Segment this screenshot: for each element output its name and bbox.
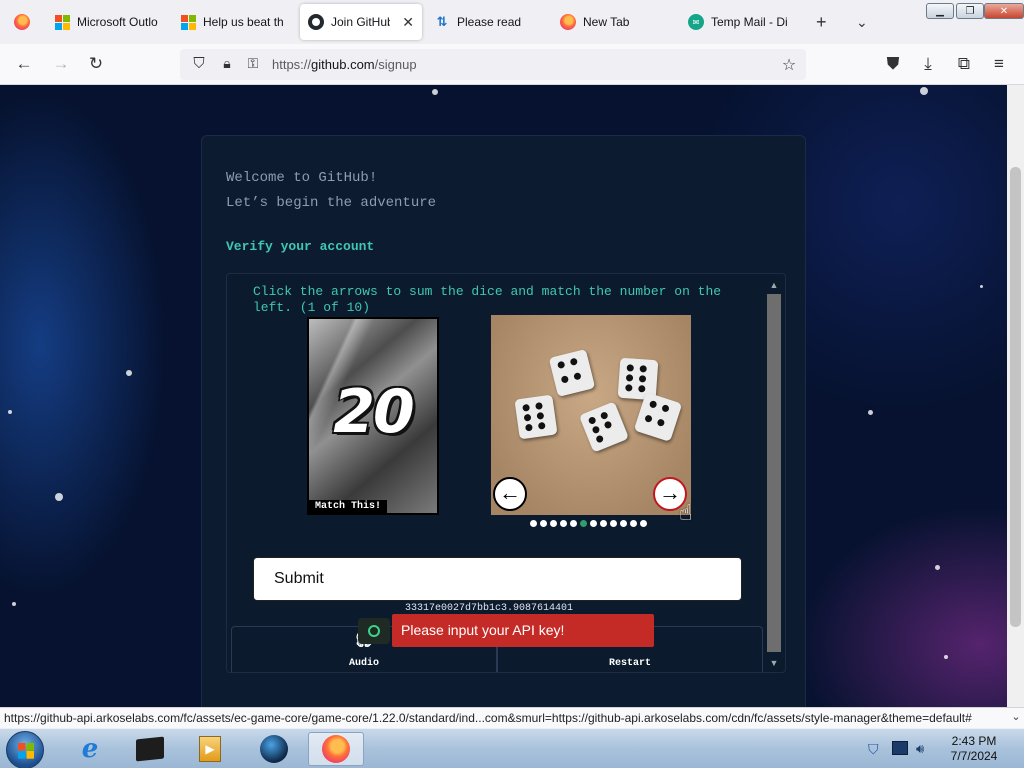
bookmark-star-icon[interactable]: ☆ bbox=[778, 55, 800, 75]
lock-icon[interactable]: 🔒︎ bbox=[216, 55, 238, 72]
scroll-down-icon[interactable]: ▼ bbox=[766, 658, 782, 668]
welcome-line-1: Welcome to GitHub! bbox=[226, 170, 378, 186]
tab-please-read[interactable]: ⇅ Please read bbox=[426, 4, 550, 40]
start-button[interactable] bbox=[6, 731, 44, 768]
die bbox=[633, 392, 683, 442]
globe-app-icon[interactable] bbox=[246, 732, 302, 766]
tab-join-github[interactable]: Join GitHub ✕ bbox=[300, 4, 422, 40]
submit-button[interactable]: Submit bbox=[253, 557, 742, 601]
tab-outlook[interactable]: Microsoft Outlo bbox=[46, 4, 166, 40]
url-text: https://github.com/signup bbox=[272, 57, 417, 72]
network-icon[interactable] bbox=[892, 741, 908, 755]
page-scrollbar[interactable] bbox=[1007, 85, 1024, 707]
page-scroll-thumb[interactable] bbox=[1010, 167, 1021, 627]
link-status-bar: https://github-api.arkoselabs.com/fc/ass… bbox=[0, 707, 1024, 728]
reload-icon[interactable]: ↻ bbox=[85, 54, 107, 74]
welcome-line-2: Let’s begin the adventure bbox=[226, 195, 437, 211]
tab-title: Help us beat th bbox=[203, 15, 284, 29]
volume-icon[interactable]: 🔊︎ bbox=[916, 741, 932, 756]
navigation-toolbar: ← → ↻ ⛉ 🔒︎ ⚿ https://github.com/signup ☆… bbox=[0, 44, 1024, 85]
error-toast: Please input your API key! bbox=[392, 614, 654, 647]
key-permissions-icon[interactable]: ⚿ bbox=[242, 55, 264, 72]
scroll-up-icon[interactable]: ▲ bbox=[766, 280, 782, 290]
tab-temp-mail[interactable]: ✉ Temp Mail - Di bbox=[680, 4, 804, 40]
captcha-scrollbar[interactable]: ▲ ▼ bbox=[766, 280, 782, 668]
clock-date: 7/7/2024 bbox=[950, 749, 998, 763]
restart-label: Restart bbox=[608, 658, 651, 669]
firefox-menu-tab[interactable] bbox=[4, 4, 42, 40]
firefox-taskbar-icon[interactable] bbox=[308, 732, 364, 766]
maximize-window-button[interactable]: ❐ bbox=[956, 3, 984, 19]
captcha-scroll-thumb[interactable] bbox=[767, 294, 781, 652]
die bbox=[514, 394, 558, 440]
tab-title: New Tab bbox=[583, 15, 630, 29]
security-shield-icon[interactable]: ⛉ bbox=[868, 741, 884, 757]
new-tab-plus-icon[interactable]: + bbox=[816, 12, 827, 33]
tracking-protection-shield-icon[interactable]: ⛉ bbox=[188, 55, 210, 72]
close-window-button[interactable]: ✕ bbox=[984, 3, 1024, 19]
internet-explorer-icon[interactable]: e bbox=[62, 732, 118, 766]
media-player-icon[interactable]: ▶ bbox=[182, 732, 238, 766]
menu-hamburger-icon[interactable]: ≡ bbox=[988, 54, 1010, 74]
tab-help-us[interactable]: Help us beat th bbox=[172, 4, 296, 40]
chevron-down-icon[interactable]: ⌄ bbox=[1008, 710, 1024, 723]
sort-arrows-icon: ⇅ bbox=[436, 14, 448, 29]
github-icon bbox=[308, 14, 324, 30]
url-bar[interactable]: ⛉ 🔒︎ ⚿ https://github.com/signup ☆ bbox=[180, 49, 806, 80]
captcha-instruction: Click the arrows to sum the dice and mat… bbox=[253, 284, 722, 315]
match-this-label: Match This! bbox=[309, 500, 388, 513]
captcha-frame: Click the arrows to sum the dice and mat… bbox=[226, 273, 786, 673]
clock-time: 2:43 PM bbox=[951, 734, 997, 748]
die bbox=[578, 401, 630, 453]
extension-icon bbox=[358, 618, 390, 644]
microsoft-icon bbox=[54, 14, 70, 30]
taskbar-clock[interactable]: 2:43 PM 7/7/2024 bbox=[944, 734, 1004, 764]
forward-arrow-icon[interactable]: → bbox=[50, 54, 72, 74]
die bbox=[548, 348, 596, 398]
session-id: 33317e0027d7bb1c3.9087614401 bbox=[405, 603, 574, 614]
tab-new-tab[interactable]: New Tab bbox=[552, 4, 676, 40]
target-number: 20 bbox=[333, 377, 415, 447]
welcome-text: Welcome to GitHub! Let’s begin the adven… bbox=[226, 166, 436, 216]
pocket-icon[interactable]: ⛊ bbox=[882, 54, 904, 74]
audio-label: Audio bbox=[348, 658, 379, 669]
microsoft-icon bbox=[180, 14, 196, 30]
temp-mail-icon: ✉ bbox=[688, 14, 704, 30]
hand-pointer-cursor-icon: ☝ bbox=[679, 500, 693, 525]
url-path: /signup bbox=[374, 57, 417, 72]
progress-dots bbox=[530, 520, 647, 527]
dice-image: ← → bbox=[491, 315, 691, 515]
url-host: github.com bbox=[311, 57, 375, 72]
tab-title: Microsoft Outlo bbox=[77, 15, 158, 29]
downloads-icon[interactable]: ⤓ bbox=[917, 54, 939, 74]
minimize-window-button[interactable]: ▁ bbox=[926, 3, 954, 19]
verify-heading: Verify your account bbox=[226, 239, 375, 254]
tab-title: Please read bbox=[457, 15, 522, 29]
previous-arrow-button[interactable]: ← bbox=[493, 477, 527, 511]
terminal-app-icon[interactable] bbox=[122, 732, 178, 766]
extensions-puzzle-icon[interactable]: ⧉ bbox=[953, 54, 975, 74]
windows-taskbar: e ▶ ⛉ 🔊︎ 2:43 PM 7/7/2024 bbox=[0, 728, 1024, 768]
url-prefix: https:// bbox=[272, 57, 312, 72]
tab-bar: Microsoft Outlo Help us beat th Join Git… bbox=[0, 0, 1024, 44]
target-number-image: 20 Match This! bbox=[307, 317, 439, 515]
firefox-icon bbox=[14, 14, 30, 30]
list-all-tabs-chevron-icon[interactable]: ⌄ bbox=[856, 14, 868, 31]
tab-title: Temp Mail - Di bbox=[711, 15, 788, 29]
close-tab-icon[interactable]: ✕ bbox=[402, 14, 414, 31]
tab-title: Join GitHub bbox=[331, 15, 391, 29]
firefox-icon bbox=[560, 14, 576, 30]
back-arrow-icon[interactable]: ← bbox=[13, 54, 35, 74]
